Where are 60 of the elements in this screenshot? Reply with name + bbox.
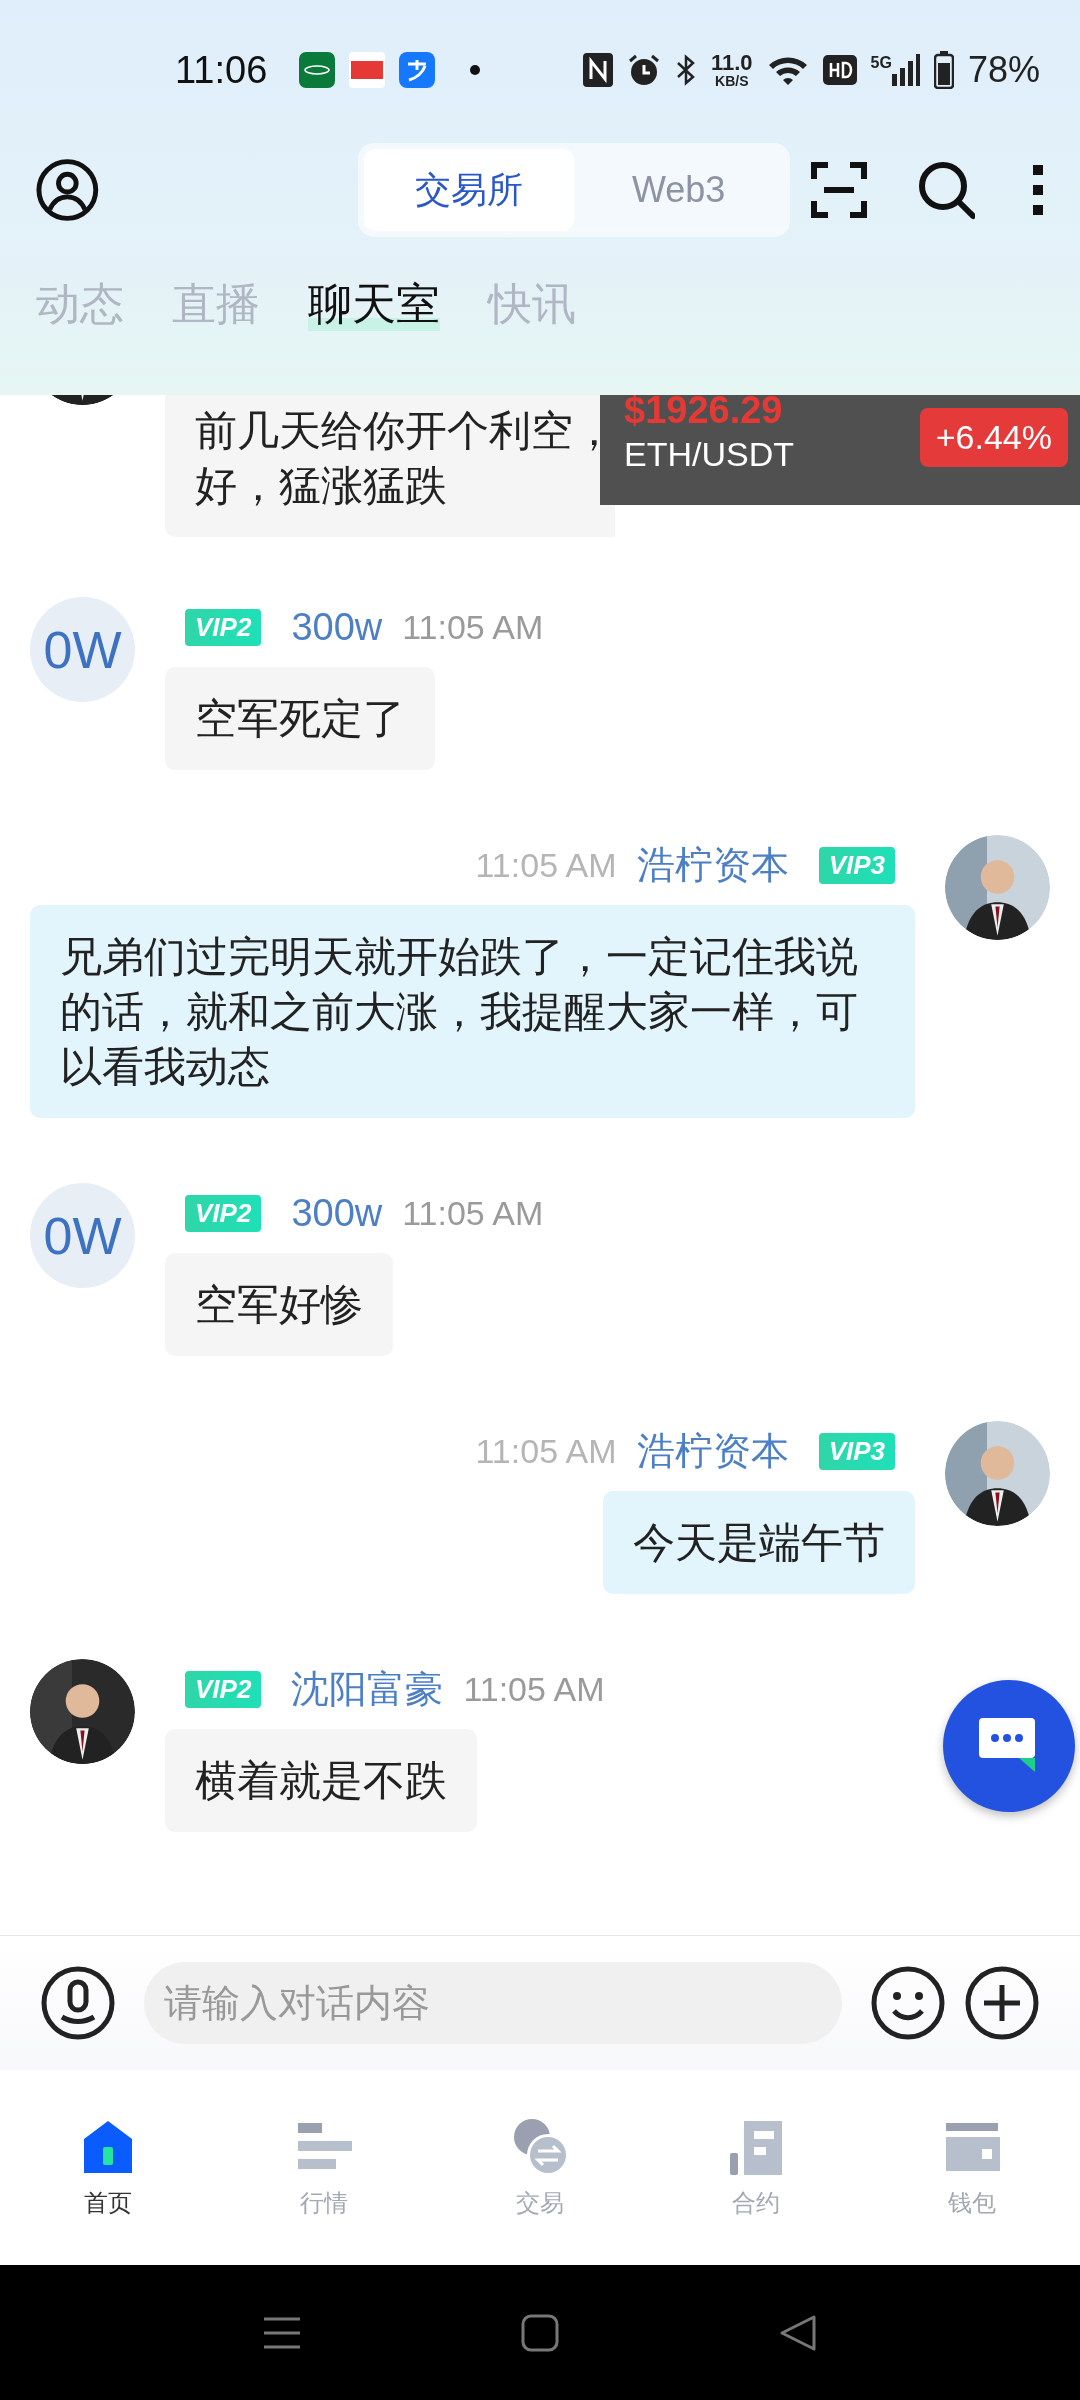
message-time: 11:05 AM	[475, 1431, 617, 1471]
ticker-price: $1926.29	[624, 395, 783, 429]
add-icon[interactable]	[964, 1965, 1040, 2041]
hd-icon	[822, 55, 857, 85]
message-bubble: 空军好惨	[165, 1253, 393, 1356]
message-bubble: 空军死定了	[165, 667, 435, 770]
avatar[interactable]: 0W	[30, 1183, 135, 1288]
app-notification-icon	[399, 52, 436, 88]
price-ticker[interactable]: $1926.29 ETH/USDT +6.44%	[600, 395, 1080, 505]
more-icon[interactable]	[1031, 165, 1045, 215]
message-bubble: 前几天给你开个利空， 好，猛涨猛跌	[165, 395, 615, 537]
nav-tab[interactable]: 钱包	[864, 2070, 1080, 2265]
message-bubble: 今天是端午节	[603, 1491, 915, 1594]
vip-badge: VIP2	[185, 1194, 262, 1232]
status-time: 11:06	[175, 48, 268, 92]
user-name[interactable]: 300w	[291, 605, 383, 649]
nav-tab[interactable]: 行情	[216, 2070, 432, 2265]
scan-icon[interactable]	[809, 161, 867, 219]
message-input-field[interactable]: 请输入对话内容	[144, 1962, 842, 2044]
message-bubble: 兄弟们过完明天就开始跌了，一定记住我说的话，就和之前大涨，我提醒大家一样，可以看我动态	[30, 905, 915, 1118]
chat-fab-button[interactable]	[943, 1680, 1075, 1812]
alarm-icon	[627, 53, 661, 87]
vip-badge: VIP3	[818, 846, 895, 884]
nfc-icon	[583, 53, 613, 87]
home-button-icon[interactable]	[520, 2312, 560, 2353]
message-bubble: 横着就是不跌	[165, 1729, 477, 1832]
user-name[interactable]: 沈阳富豪	[291, 1663, 444, 1715]
nav-tab[interactable]: 首页	[0, 2070, 216, 2265]
network-type: 5G	[870, 54, 892, 72]
user-name[interactable]: 浩柠资本	[636, 839, 789, 891]
voice-icon[interactable]	[40, 1965, 116, 2041]
network-speed-unit: KB/S	[715, 74, 749, 88]
tab[interactable]: 聊天室	[308, 278, 440, 331]
battery-icon	[933, 51, 954, 89]
ticker-pair: ETH/USDT	[624, 435, 794, 474]
search-icon[interactable]	[916, 160, 976, 220]
nav-tab[interactable]: 交易	[432, 2070, 648, 2265]
battery-percentage: 78%	[967, 49, 1040, 91]
vip-badge: VIP3	[818, 1432, 895, 1470]
message-time: 11:05 AM	[402, 1193, 544, 1233]
app-notification-icon	[349, 52, 386, 88]
user-name[interactable]: 300w	[291, 1191, 383, 1235]
profile-icon[interactable]	[35, 157, 100, 223]
avatar[interactable]: 0W	[30, 597, 135, 702]
message-time: 11:05 AM	[402, 607, 544, 647]
vip-badge: VIP2	[185, 608, 262, 646]
app-notification-icon	[299, 52, 336, 88]
segment-tab[interactable]: Web3	[573, 149, 784, 231]
emoji-icon[interactable]	[870, 1965, 946, 2041]
user-name[interactable]: 浩柠资本	[636, 1425, 789, 1477]
segment-tab[interactable]: 交易所	[363, 149, 574, 231]
message-time: 11:05 AM	[463, 1669, 605, 1709]
vip-badge: VIP2	[185, 1670, 262, 1708]
network-speed: 11.0	[711, 52, 753, 74]
nav-tab[interactable]: 合约	[648, 2070, 864, 2265]
change-badge: +6.44%	[919, 408, 1068, 467]
signal-icon	[891, 54, 920, 86]
dot-icon	[469, 64, 482, 76]
bluetooth-icon	[675, 53, 697, 87]
message-time: 11:05 AM	[475, 845, 617, 885]
